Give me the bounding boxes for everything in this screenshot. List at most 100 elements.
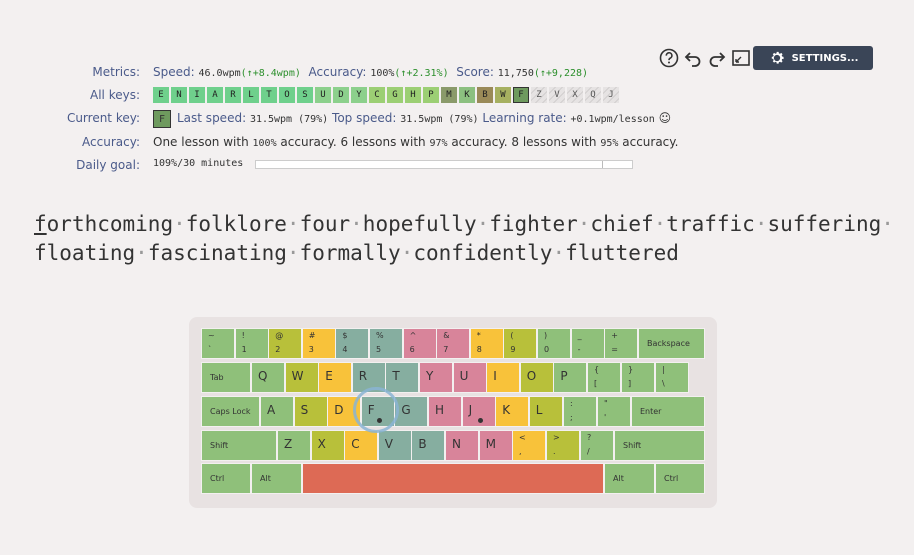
- lesson-line-1: forthcoming·folklore·four·hopefully·figh…: [34, 210, 894, 239]
- key-b[interactable]: B: [411, 430, 446, 461]
- key-y[interactable]: Y: [419, 362, 453, 393]
- key-7[interactable]: & 7: [436, 328, 471, 359]
- key-l[interactable]: L: [528, 396, 563, 427]
- key-c[interactable]: C: [344, 430, 379, 461]
- key-i[interactable]: I: [486, 362, 521, 393]
- key-label: 2: [275, 345, 281, 354]
- key-rbracket[interactable]: }]: [621, 362, 655, 393]
- key-label: B: [418, 437, 427, 451]
- key-0[interactable]: ) 0: [537, 328, 571, 359]
- key-label: N: [452, 437, 461, 451]
- key-tab[interactable]: Tab: [201, 362, 251, 393]
- key-9[interactable]: (9: [503, 328, 538, 359]
- key-h[interactable]: H: [428, 396, 462, 427]
- key-8[interactable]: * 8: [469, 328, 504, 359]
- key-quote[interactable]: " ': [597, 396, 631, 427]
- lesson-word: suffering: [767, 212, 882, 236]
- key-label: =: [611, 345, 618, 354]
- key-u[interactable]: U: [452, 362, 487, 393]
- speed-delta: (↑+8.4wpm): [240, 68, 301, 79]
- key-label: D: [334, 403, 344, 417]
- key-q[interactable]: Q: [251, 362, 285, 393]
- key-x[interactable]: X: [310, 430, 345, 461]
- key-chip-i: I: [189, 87, 205, 103]
- space-marker: ·: [135, 241, 148, 265]
- undo-icon[interactable]: [682, 47, 704, 69]
- key-d[interactable]: D: [327, 396, 362, 427]
- accuracy-text-3: accuracy. 8 lessons with: [447, 135, 601, 149]
- key-s[interactable]: S: [293, 396, 328, 427]
- lesson-text[interactable]: forthcoming·folklore·four·hopefully·figh…: [34, 210, 894, 268]
- key-semicolon[interactable]: :;: [563, 396, 597, 427]
- key-chip-l: L: [243, 87, 259, 103]
- key-r[interactable]: R: [351, 362, 386, 393]
- key-slash[interactable]: ? /: [580, 430, 614, 461]
- text-cursor: f: [34, 212, 47, 236]
- key-z[interactable]: Z: [277, 430, 311, 461]
- key-p[interactable]: P: [553, 362, 588, 393]
- space-marker: ·: [173, 212, 186, 236]
- key-n[interactable]: N: [445, 430, 479, 461]
- key-alt-left[interactable]: Alt: [251, 463, 302, 494]
- key-5[interactable]: % 5: [369, 328, 403, 359]
- key-backslash[interactable]: | \: [655, 362, 689, 393]
- key-backspace[interactable]: Backspace: [638, 328, 705, 359]
- key-label: A: [267, 403, 276, 417]
- key-lbracket[interactable]: {[: [587, 362, 621, 393]
- key-chip-d: D: [333, 87, 349, 103]
- key-label: M: [485, 437, 496, 451]
- key-label: `: [208, 345, 212, 354]
- key-4[interactable]: $4: [335, 328, 370, 359]
- key-enter[interactable]: Enter: [631, 396, 705, 427]
- key-label: C: [351, 437, 360, 451]
- daily-goal-progress-bar: [255, 160, 633, 169]
- key-2[interactable]: @2: [268, 328, 303, 359]
- key-period[interactable]: >.: [546, 430, 580, 461]
- help-icon[interactable]: [658, 47, 680, 69]
- key-6[interactable]: ^ 6: [402, 328, 437, 359]
- key-label: Alt: [613, 474, 624, 483]
- fullscreen-icon[interactable]: [730, 47, 752, 69]
- key-comma[interactable]: <,: [512, 430, 546, 461]
- key-e[interactable]: E: [318, 362, 353, 393]
- key-shift-label: &: [443, 331, 450, 340]
- top-speed-value: 31.5wpm (79%): [400, 114, 479, 125]
- key-k[interactable]: K: [495, 396, 530, 427]
- key-chip-h: H: [405, 87, 421, 103]
- key-label: 4: [342, 345, 348, 354]
- key-alt-right[interactable]: Alt: [604, 463, 655, 494]
- key-shift-label: +: [611, 331, 618, 340]
- key-m[interactable]: M: [478, 430, 513, 461]
- space-marker: ·: [350, 212, 363, 236]
- key-w[interactable]: W: [284, 362, 319, 393]
- key-label: R: [358, 369, 368, 383]
- key-f[interactable]: F: [360, 396, 395, 427]
- key-1[interactable]: ! 1: [234, 328, 269, 359]
- space-marker: ·: [754, 212, 768, 236]
- key-caps-lock[interactable]: Caps Lock: [201, 396, 260, 427]
- key--[interactable]: _ -: [570, 328, 605, 359]
- key-a[interactable]: A: [260, 396, 294, 427]
- key-shift-left[interactable]: Shift: [201, 430, 277, 461]
- key-=[interactable]: + =: [604, 328, 639, 359]
- all-keys-strip: ENIARLTOSUDYCGHPMKBWFZVXQJ: [153, 87, 621, 103]
- key-o[interactable]: O: [519, 362, 554, 393]
- key-g[interactable]: G: [394, 396, 429, 427]
- key-label: 9: [510, 345, 516, 354]
- key-ctrl-right[interactable]: Ctrl: [655, 463, 705, 494]
- key-t[interactable]: T: [385, 362, 420, 393]
- key-j[interactable]: J: [461, 396, 496, 427]
- key-chip-g: G: [387, 87, 403, 103]
- key-shift-right[interactable]: Shift: [614, 430, 705, 461]
- key-backtick[interactable]: ~ `: [201, 328, 235, 359]
- key-v[interactable]: V: [377, 430, 412, 461]
- key-ctrl-left[interactable]: Ctrl: [201, 463, 251, 494]
- key-3[interactable]: #3: [301, 328, 336, 359]
- accuracy-value-3: 95%: [600, 138, 619, 149]
- settings-button[interactable]: SETTINGS...: [753, 46, 873, 70]
- key-chip-f: F: [513, 87, 529, 103]
- key-space[interactable]: [302, 463, 604, 494]
- redo-icon[interactable]: [706, 47, 728, 69]
- key-label: K: [502, 403, 511, 417]
- key-label: Ctrl: [664, 474, 679, 483]
